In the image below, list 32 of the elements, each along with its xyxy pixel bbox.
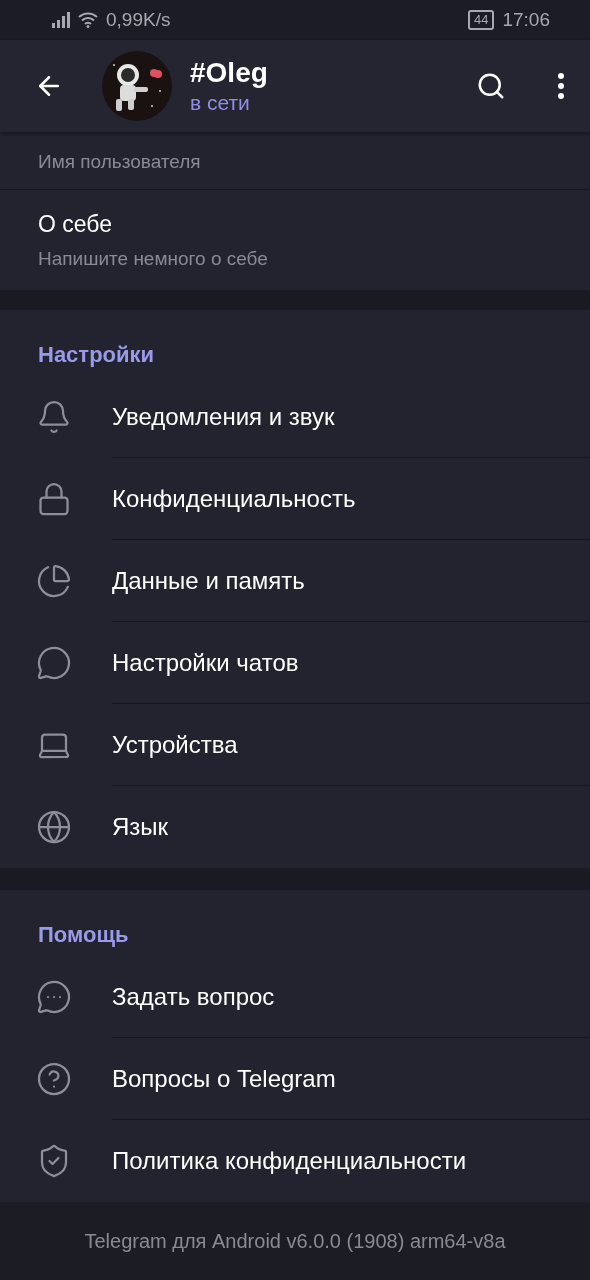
search-icon [476, 71, 506, 101]
chat-title: #Oleg [190, 57, 268, 89]
online-status: в сети [190, 91, 251, 115]
globe-icon [36, 809, 72, 845]
speech-bubble-icon [36, 645, 72, 681]
more-icon [558, 73, 564, 99]
menu-item[interactable]: Язык [112, 786, 590, 868]
menu-item[interactable]: Уведомления и звук [112, 376, 590, 458]
wifi-icon [78, 12, 98, 28]
lock-icon [36, 481, 72, 517]
section-title: Настройки [37, 341, 156, 369]
clock: 17:06 [502, 9, 550, 31]
bell-icon [36, 399, 72, 435]
chat-dots-icon [36, 979, 72, 1015]
bio-row[interactable]: О себе Напишите немного о себе [0, 190, 590, 290]
menu-item[interactable]: Настройки чатов [112, 622, 590, 704]
field-caption: Имя пользователя [38, 151, 201, 173]
menu-item[interactable]: Политика конфиденциальности [112, 1120, 590, 1202]
bio-placeholder: Напишите немного о себе [38, 247, 269, 270]
menu-item[interactable]: Устройства [112, 704, 590, 786]
menu-item[interactable]: Задать вопрос [112, 956, 590, 1038]
pie-chart-icon [36, 563, 72, 599]
version-text: Telegram для Android v6.0.0 (1908) arm64-v8a [84, 1229, 506, 1253]
section-title: Помощь [37, 921, 130, 949]
battery-level: 44 [468, 10, 495, 30]
bio-label: О себе [38, 210, 114, 238]
signal-icon [52, 12, 70, 28]
menu-item[interactable]: Конфиденциальность [112, 458, 590, 540]
question-icon [36, 1061, 72, 1097]
menu-item[interactable]: Вопросы о Telegram [112, 1038, 590, 1120]
network-speed: 0,99K/s [106, 9, 171, 31]
menu-item[interactable]: Данные и память [112, 540, 590, 622]
